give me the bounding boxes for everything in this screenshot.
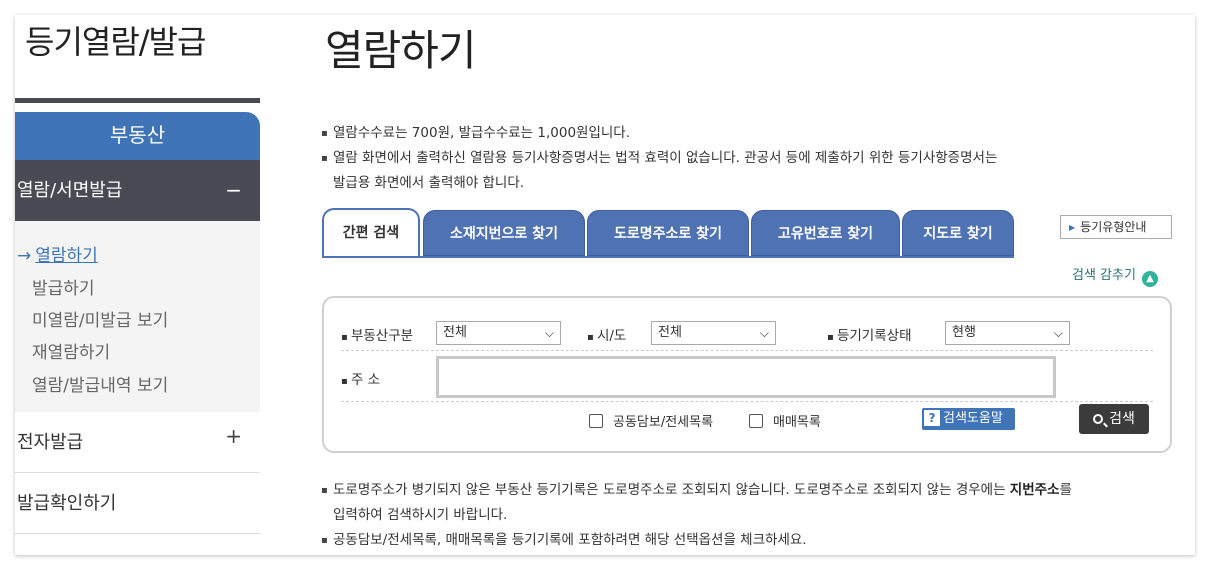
sidebar-item-issue[interactable]: 발급하기 — [32, 274, 95, 299]
chevron-down-icon: ⌵ — [759, 326, 769, 340]
search-button-label: 검색 — [1109, 411, 1135, 427]
tab-map[interactable]: 지도로 찾기 — [902, 210, 1014, 256]
tab-road-address[interactable]: 도로명주소로 찾기 — [587, 210, 749, 256]
record-status-select[interactable]: 현행 ⌵ — [945, 321, 1070, 345]
checkbox-icon[interactable] — [589, 414, 603, 428]
notice-road-address: 도로명주소가 병기되지 않은 부동산 등기기록은 도로명주소로 조회되지 않습니… — [321, 478, 1171, 503]
arrow-right-icon: → — [17, 246, 32, 266]
sidebar-divider — [15, 98, 260, 103]
tab-simple-search[interactable]: 간편 검색 — [322, 208, 420, 256]
expand-icon[interactable]: + — [225, 406, 242, 467]
notice-road-address-cont: 입력하여 검색하시기 바랍니다. — [333, 507, 508, 523]
sidebar-section-view-issue[interactable]: 열람/서면발급 − — [15, 160, 260, 221]
sidebar-item-history[interactable]: 열람/발급내역 보기 — [32, 371, 168, 396]
sidebar-item-label: 발급확인하기 — [17, 493, 117, 514]
sidebar-item-electronic-issue[interactable]: 전자발급 + — [15, 412, 260, 473]
notice-top: 열람수수료는 700원, 발급수수료는 1,000원입니다. 열람 화면에서 출… — [321, 121, 1171, 196]
property-type-select[interactable]: 전체 ⌵ — [436, 321, 561, 345]
registry-type-guide-button[interactable]: ▶ 등기유형안내 — [1060, 215, 1172, 239]
search-help-button[interactable]: ? 검색도움말 — [922, 408, 1015, 430]
property-type-label: 부동산구분 — [341, 324, 413, 344]
search-icon — [1093, 414, 1104, 424]
joint-collateral-checkbox[interactable]: 공동담보/전세목록 — [589, 411, 713, 430]
record-status-value: 현행 — [952, 325, 976, 340]
region-select[interactable]: 전체 ⌵ — [651, 321, 776, 345]
page-frame: 등기열람/발급 부동산 열람/서면발급 − → 열람하기 발급하기 미열람/미발급… — [15, 15, 1195, 555]
chevron-down-icon: ⌵ — [544, 326, 554, 340]
notice-legal-cont: 발급용 화면에서 출력해야 합니다. — [333, 175, 525, 191]
help-label: 검색도움말 — [943, 411, 1003, 426]
tab-unique-number[interactable]: 고유번호로 찾기 — [751, 210, 900, 256]
notice-fee: 열람수수료는 700원, 발급수수료는 1,000원입니다. — [321, 121, 1171, 146]
sidebar-item-unviewed[interactable]: 미열람/미발급 보기 — [32, 306, 168, 331]
checkbox-icon[interactable] — [749, 414, 763, 428]
notice-bottom: 도로명주소가 병기되지 않은 부동산 등기기록은 도로명주소로 조회되지 않습니… — [321, 478, 1171, 553]
checkbox-label: 매매목록 — [773, 415, 821, 430]
hide-search-toggle[interactable]: 검색 감추기 ▲ — [1072, 264, 1158, 287]
tab-lot-number[interactable]: 소재지번으로 찾기 — [423, 210, 585, 256]
chevron-down-icon: ⌵ — [1053, 326, 1063, 340]
address-label: 주 소 — [341, 368, 380, 388]
search-panel: 부동산구분 전체 ⌵ 시/도 전체 ⌵ 등기기록상태 현행 ⌵ 주 소 공동담보/전세… — [322, 296, 1172, 453]
sidebar-item-review[interactable]: 재열람하기 — [32, 338, 110, 363]
divider — [341, 401, 1153, 402]
sidebar-submenu: → 열람하기 발급하기 미열람/미발급 보기 재열람하기 열람/발급내역 보기 — [15, 221, 260, 412]
sidebar-item-issue-confirm[interactable]: 발급확인하기 — [15, 473, 260, 534]
sale-list-checkbox[interactable]: 매매목록 — [749, 411, 821, 430]
chevron-up-icon: ▲ — [1141, 271, 1158, 287]
search-button[interactable]: 검색 — [1079, 404, 1149, 434]
guide-button-label: 등기유형안내 — [1080, 220, 1147, 234]
sidebar-item-label: 열람하기 — [35, 246, 98, 266]
triangle-right-icon: ▶ — [1069, 223, 1076, 232]
sidebar-section-label: 열람/서면발급 — [17, 180, 123, 201]
property-type-value: 전체 — [443, 325, 467, 340]
tab-underline — [322, 256, 1014, 258]
address-input[interactable] — [436, 356, 1056, 398]
checkbox-label: 공동담보/전세목록 — [613, 415, 714, 430]
region-label: 시/도 — [587, 324, 626, 344]
notice-legal: 열람 화면에서 출력하신 열람용 등기사항증명서는 법적 효력이 없습니다. 관… — [321, 146, 1171, 171]
collapse-icon[interactable]: − — [225, 160, 242, 221]
sidebar-title: 등기열람/발급 — [25, 23, 206, 61]
divider — [341, 350, 1153, 351]
sidebar-item-label: 전자발급 — [17, 432, 84, 453]
page-title: 열람하기 — [325, 26, 477, 75]
record-status-label: 등기기록상태 — [827, 324, 912, 344]
hide-search-label: 검색 감추기 — [1072, 268, 1136, 283]
region-value: 전체 — [658, 325, 682, 340]
notice-options: 공동담보/전세목록, 매매목록을 등기기록에 포함하려면 해당 선택옵션을 체크… — [321, 528, 1171, 553]
question-icon: ? — [924, 410, 940, 426]
sidebar-category-realestate[interactable]: 부동산 — [15, 112, 260, 160]
sidebar-item-view[interactable]: → 열람하기 — [17, 241, 98, 266]
